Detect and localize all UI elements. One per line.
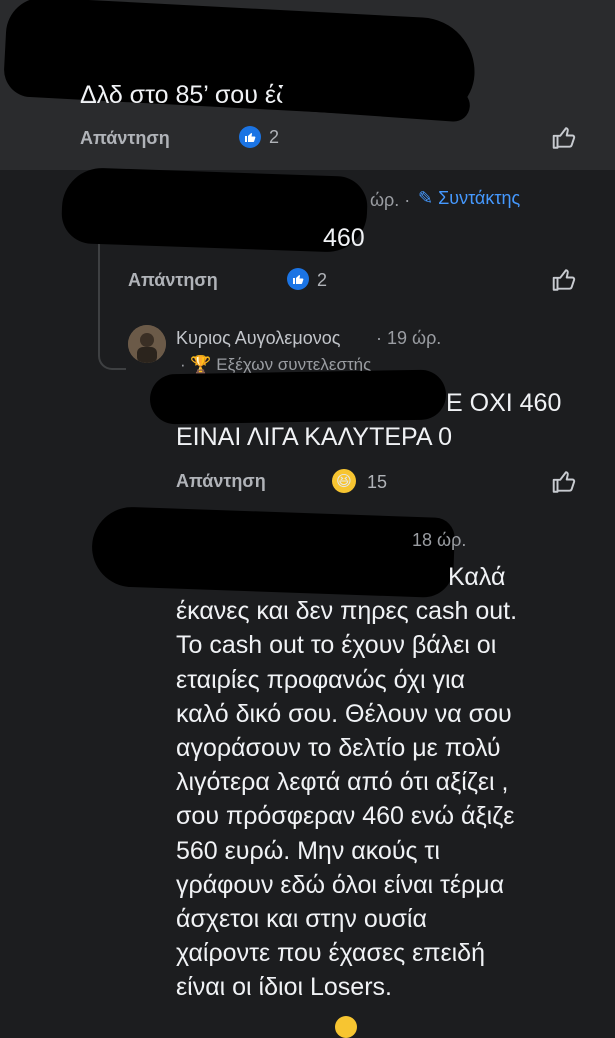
comment-3-text-line1: Ε ΟΧΙ 460 (446, 389, 562, 417)
reply-button[interactable]: Απάντηση (80, 128, 170, 149)
editor-badge: ✎ Συντάκτης (418, 188, 520, 209)
comment-3-time: · 19 ώρ. (376, 328, 442, 348)
comment-4-line: γράφουν εδώ όλοι είναι τέρμα (176, 870, 505, 899)
comment-4-text: Καλά έκανες και δεν πηρες cash out. Το c… (176, 560, 596, 1005)
like-reaction-icon (239, 126, 261, 148)
comment-4-line: αγοράσουν το δελτίο με πολύ (176, 734, 501, 763)
reaction-count: 2 (269, 127, 280, 147)
comment-2-text: 460 (323, 224, 365, 252)
haha-reaction-icon (335, 1016, 357, 1038)
like-button-icon[interactable] (551, 469, 577, 495)
comment-4-line: 560 ευρώ. Μην ακούς τι (176, 836, 440, 865)
comment-4-line: είναι οι ίδιοι Losers. (176, 973, 392, 1002)
comment-2-time: ώρ. · (370, 190, 411, 210)
reaction-count: 2 (317, 270, 328, 290)
comment-4-line: Καλά (448, 563, 506, 591)
thread-connector (98, 308, 126, 370)
comment-3-author[interactable]: Κυριος Αυγολεμονος (176, 328, 340, 349)
comment-4-line: άσχετοι και στην ουσία (176, 905, 427, 934)
comment-4-line: καλό δικό σου. Θέλουν να σου (176, 699, 512, 728)
like-reaction-icon (287, 268, 309, 290)
avatar[interactable] (128, 325, 166, 363)
reaction-count: 15 (367, 472, 388, 492)
pencil-icon: ✎ (418, 188, 434, 208)
editor-badge-label: Συντάκτης (438, 188, 521, 208)
comment-3-text-line2: ΕΙΝΑΙ ΛΙΓΑ ΚΑΛΥΤΕΡΑ 0 (176, 423, 453, 451)
comment-4-line: χαίροντε που έχασες επειδή (176, 939, 485, 968)
comment-4-time: 18 ώρ. (412, 530, 467, 550)
comment-4-line: έκανες και δεν πηρες cash out. (176, 597, 518, 626)
reply-button[interactable]: Απάντηση (128, 270, 218, 291)
comment-4-line: λιγότερα λεφτά από ότι αξίζει , (176, 768, 509, 797)
haha-reaction-icon: 😆 (332, 469, 356, 493)
comment-4-line: σου πρόσφεραν 460 ενώ άξιζε (176, 802, 515, 831)
comment-4-line: Το cash out το έχουν βάλει οι (176, 631, 497, 660)
like-button-icon[interactable] (551, 267, 577, 293)
reply-button[interactable]: Απάντηση (176, 471, 266, 492)
comment-4-line: εταιρίες προφανώς όχι για (176, 665, 466, 694)
like-button-icon[interactable] (551, 125, 577, 151)
trophy-icon: 🏆 (190, 355, 212, 374)
redacted-name (149, 369, 447, 425)
